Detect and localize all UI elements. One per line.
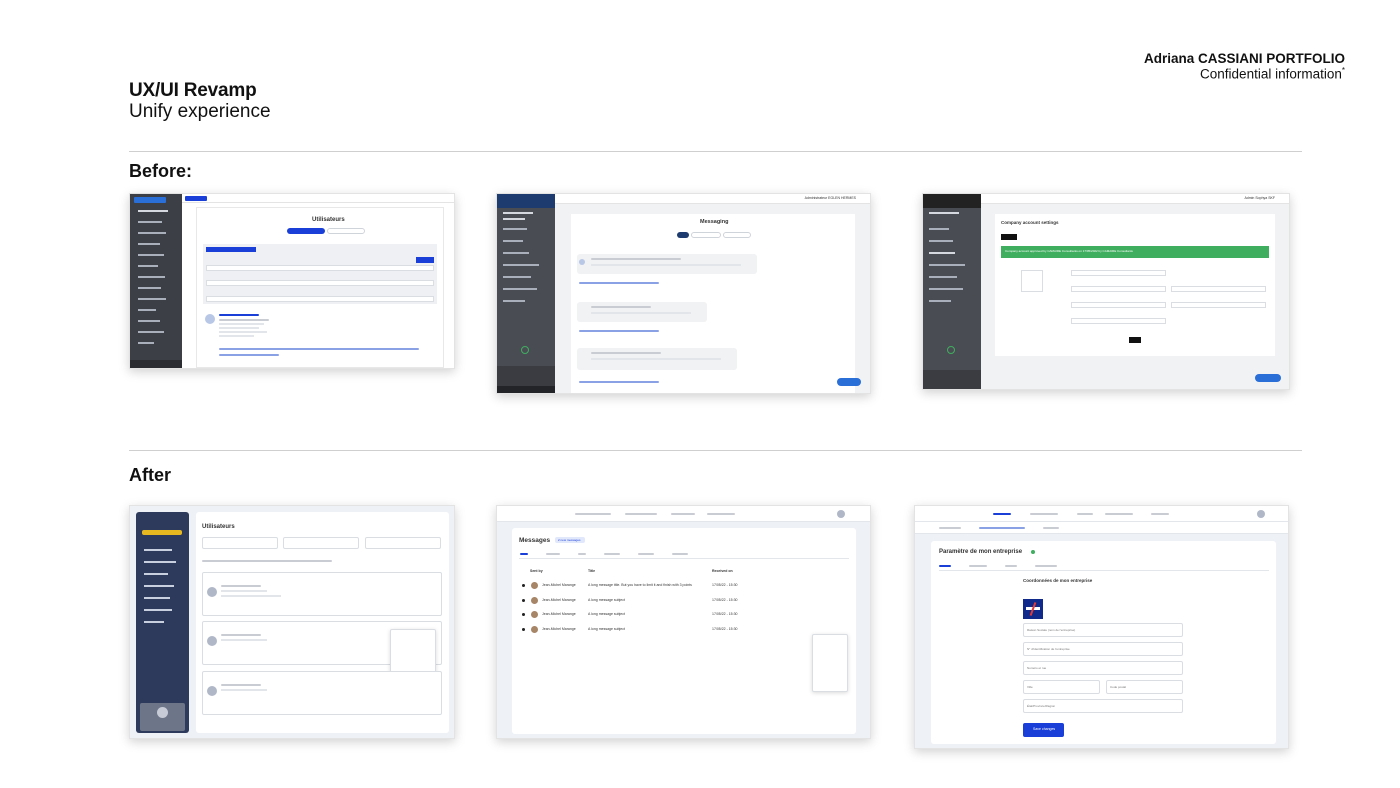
msg-row-4-title: A long message subject (588, 627, 625, 631)
msg-row-2-date: 17/05/22 - 15:30 (712, 598, 738, 602)
after-messages-badge: 2 new messages (558, 537, 581, 542)
msg-row-4-sender: Jean-Michel Marange (542, 627, 576, 631)
col-title: Title (588, 569, 596, 573)
msg-row-2-sender: Jean-Michel Marange (542, 598, 576, 602)
after-users-title: Utilisateurs (202, 524, 235, 530)
before-users-sidebar (130, 194, 182, 368)
after-company-section: Coordonnées de mon entreprise (1023, 578, 1093, 583)
msg-row-3-date: 17/05/22 - 15:30 (712, 612, 738, 616)
after-users-screenshot: Utilisateurs (129, 505, 455, 739)
field-region: État/Province/Région (1027, 704, 1056, 708)
divider-top (129, 151, 1302, 152)
before-messaging-screenshot: Administrateur EGLEN HERMES Messaging (496, 193, 871, 394)
author-name: Adriana CASSIANI PORTFOLIO (1143, 51, 1345, 66)
msg-row-1-date: 17/05/22 - 15:30 (712, 583, 738, 587)
field-city: Ville (1027, 685, 1033, 689)
after-company-screenshot: Paramètre de mon entreprise Coordonnées … (914, 505, 1289, 749)
field-company-name: Raison Sociale (nom de l'entreprise) (1027, 628, 1076, 632)
after-company-title: Paramètre de mon entreprise (939, 549, 1023, 555)
col-sent-by: Sent by (530, 569, 543, 573)
before-company-screenshot: Admin Sophya SKF Company account setting… (922, 193, 1290, 390)
field-company-id: N° d'identification de l'entreprise (1027, 647, 1070, 651)
before-users-screenshot: Utilisateurs (129, 193, 455, 369)
before-company-admin: Admin Sophya SKF (1244, 196, 1275, 200)
msg-row-1-sender: Jean-Michel Marange (542, 583, 576, 587)
msg-row-1-title: A long message title. But you have to li… (588, 583, 692, 587)
section-before-title: Before: (129, 161, 193, 181)
msg-row-3-sender: Jean-Michel Marange (542, 612, 576, 616)
before-messaging-title: Messaging (700, 219, 729, 225)
before-users-title: Utilisateurs (312, 217, 345, 223)
page-subtitle: Unify experience (129, 101, 271, 122)
msg-row-2-title: A long message subject (588, 598, 625, 602)
save-changes-button: Save changes (1033, 727, 1056, 731)
before-company-title: Company account settings (1001, 220, 1059, 225)
section-after-title: After (129, 465, 172, 485)
msg-row-4-date: 17/05/22 - 15:30 (712, 627, 738, 631)
msg-row-3-title: A long message subject (588, 612, 625, 616)
divider-middle (129, 450, 1302, 451)
after-messages-screenshot: Messages 2 new messages Sent by Title Re… (496, 505, 871, 739)
confidential-notice: Confidential information* (1144, 66, 1345, 82)
before-company-banner: Company account approved by CAMAIRE Cons… (1005, 249, 1133, 253)
confidential-text: Confidential information (1200, 66, 1342, 82)
page-title: UX/UI Revamp (129, 80, 257, 101)
field-street: Numéro et rue (1027, 666, 1047, 670)
col-received-on: Received on (712, 569, 733, 573)
after-users-sidebar (136, 512, 189, 733)
field-postal-code: Code postal (1110, 685, 1127, 689)
after-messages-title: Messages (519, 537, 551, 544)
company-logo (1023, 599, 1043, 619)
before-messaging-admin: Administrateur EGLEN HERMES (804, 196, 856, 200)
portfolio-branding: Adriana CASSIANI PORTFOLIO Confidential … (1144, 51, 1345, 82)
asterisk: * (1341, 66, 1345, 75)
